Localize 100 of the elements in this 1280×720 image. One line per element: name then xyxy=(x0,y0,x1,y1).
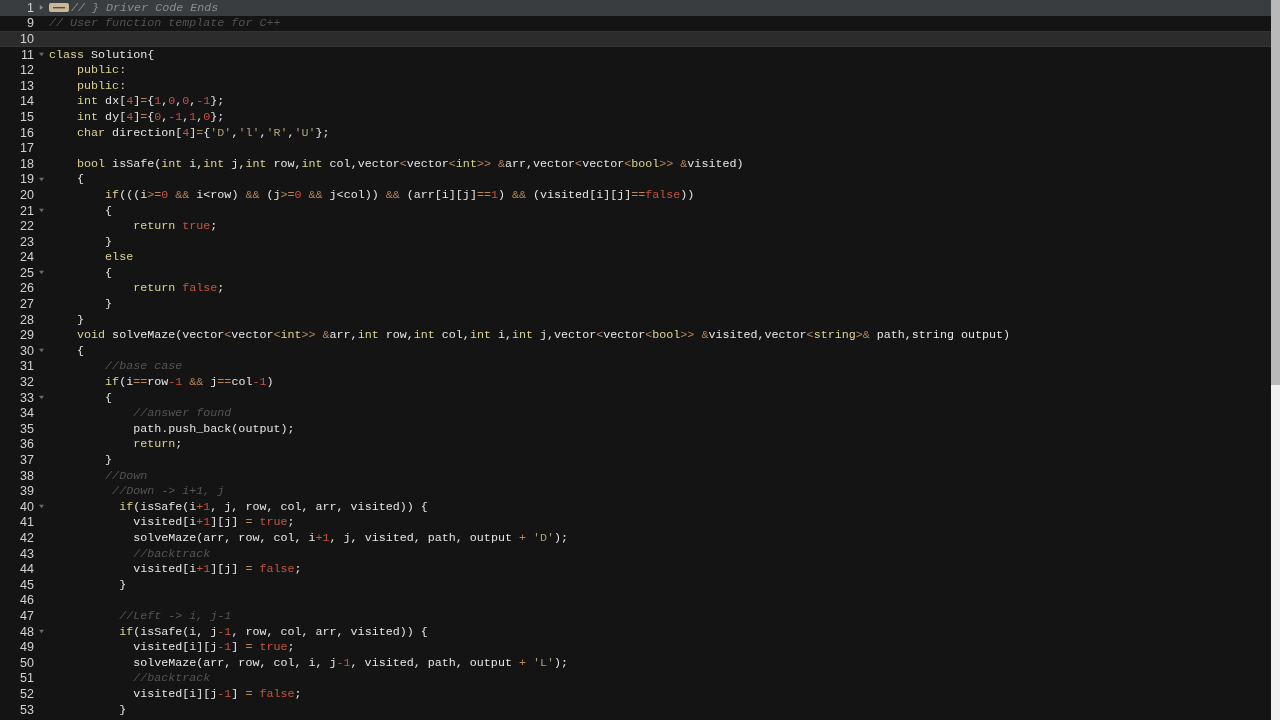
code-line: } xyxy=(104,297,113,312)
code-line: class Solution{ xyxy=(49,47,155,62)
line-number: 24 xyxy=(19,250,34,265)
line-number: 22 xyxy=(19,219,34,234)
fold-arrow-icon[interactable] xyxy=(39,395,44,401)
line-number: 44 xyxy=(19,562,34,577)
fold-arrow-icon[interactable] xyxy=(39,52,44,58)
line-number: 10 xyxy=(19,32,34,46)
line-number: 14 xyxy=(19,94,34,109)
line-number: 29 xyxy=(19,328,34,343)
code-line: return; xyxy=(132,437,183,452)
scrollbar[interactable] xyxy=(1271,0,1280,720)
fold-arrow-icon[interactable] xyxy=(39,208,44,213)
fold-arrow-icon[interactable] xyxy=(39,270,44,276)
code-line: //backtrack xyxy=(132,671,211,686)
line-number: 52 xyxy=(19,686,34,701)
line-number: 26 xyxy=(19,281,34,296)
line-number: 33 xyxy=(19,390,34,405)
line-number: 19 xyxy=(19,172,34,187)
line-number: 35 xyxy=(19,421,34,436)
line-number: 45 xyxy=(19,577,34,592)
code-line: } xyxy=(104,453,113,467)
line-number: 27 xyxy=(19,297,34,312)
scrollbar-thumb[interactable] xyxy=(1271,0,1280,385)
code-line: int dx[4]={1,0,0,-1}; xyxy=(76,94,225,109)
code-line: visited[i][j-1] = true; xyxy=(132,640,295,655)
line-number: 20 xyxy=(19,187,34,202)
line-number: 39 xyxy=(19,484,34,499)
code-line: { xyxy=(76,172,85,187)
line-number: 18 xyxy=(19,156,34,171)
line-number: 23 xyxy=(19,234,34,249)
code-line: else xyxy=(104,250,134,265)
fold-arrow-icon[interactable] xyxy=(39,5,44,11)
line-number: 37 xyxy=(19,453,34,467)
line-number: 53 xyxy=(19,702,34,717)
code-line: { xyxy=(76,343,85,358)
line-number: 41 xyxy=(19,515,34,530)
line-number: 31 xyxy=(19,359,34,374)
line-number: 46 xyxy=(19,593,34,608)
line-number: 9 xyxy=(26,16,34,31)
line-number: 11 xyxy=(20,47,34,62)
code-line: // } Driver Code Ends xyxy=(71,0,219,15)
code-line: return false; xyxy=(132,281,225,296)
code-line: } xyxy=(118,577,127,592)
code-line: char direction[4]={'D','l','R','U'}; xyxy=(76,125,330,140)
code-line: path.push_back(output); xyxy=(132,421,295,436)
code-line: //Down -> i+1, j xyxy=(111,484,225,499)
code-line: { xyxy=(104,203,113,218)
code-line: { xyxy=(104,265,113,280)
line-number: 25 xyxy=(19,265,34,280)
fold-arrow-icon[interactable] xyxy=(39,629,44,635)
code-line: public: xyxy=(76,63,127,78)
code-line: } xyxy=(104,234,113,249)
code-line: solveMaze(arr, row, col, i, j-1, visited, path, output + 'L'); xyxy=(132,655,569,670)
code-line: { xyxy=(104,390,113,405)
line-number: 40 xyxy=(19,499,34,514)
code-line: // User function template for C++ xyxy=(49,16,281,31)
code-line: void solveMaze(vector<vector<int>> &arr,int row,int col,int i,int j,vector<vector<bool>> &visited,vector<string>& path,string output) xyxy=(76,328,1011,343)
line-number: 36 xyxy=(19,437,34,452)
line-number: 12 xyxy=(19,63,34,78)
code-line: if(isSafe(i+1, j, row, col, arr, visited)) { xyxy=(118,499,428,514)
line-number: 43 xyxy=(19,546,34,561)
code-line: return true; xyxy=(132,219,218,234)
line-number: 42 xyxy=(19,531,34,545)
line-number: 34 xyxy=(19,406,34,421)
line-number: 47 xyxy=(19,608,34,623)
code-line: public: xyxy=(76,78,127,93)
line-number: 48 xyxy=(19,624,34,639)
code-line: if(((i>=0 && i<row) && (j>=0 && j<col)) && (arr[i][j]==1) && (visited[i][j]==false)) xyxy=(104,187,695,202)
code-line: visited[i][j-1] = false; xyxy=(132,686,302,701)
line-number: 16 xyxy=(19,125,34,140)
code-line: visited[i+1][j] = false; xyxy=(132,562,302,577)
code-line: //base case xyxy=(104,359,183,374)
line-number: 21 xyxy=(19,203,34,218)
line-number: 1 xyxy=(26,0,34,15)
code-line: visited[i+1][j] = true; xyxy=(132,515,295,530)
folded-code-icon[interactable] xyxy=(49,3,69,13)
line-number: 17 xyxy=(19,141,34,156)
line-number: 50 xyxy=(19,655,34,670)
line-number: 49 xyxy=(19,640,34,655)
code-line: //backtrack xyxy=(132,546,211,561)
code-line: solveMaze(arr, row, col, i+1, j, visited, path, output + 'D'); xyxy=(132,531,569,545)
fold-arrow-icon[interactable] xyxy=(39,348,44,354)
code-line: } xyxy=(118,702,127,717)
line-number: 38 xyxy=(19,468,34,483)
line-number: 15 xyxy=(19,109,34,124)
code-line: int dy[4]={0,-1,1,0}; xyxy=(76,109,225,124)
code-line: if(isSafe(i, j-1, row, col, arr, visited)) { xyxy=(118,624,428,639)
code-line: if(i==row-1 && j==col-1) xyxy=(104,375,274,390)
line-number: 28 xyxy=(19,312,34,327)
fold-arrow-icon[interactable] xyxy=(39,504,44,510)
line-number: 30 xyxy=(19,343,34,358)
code-line: //answer found xyxy=(132,406,232,421)
code-line: } xyxy=(76,312,85,327)
line-number: 32 xyxy=(19,375,34,390)
line-number: 51 xyxy=(19,671,34,686)
code-line: bool isSafe(int i,int j,int row,int col,vector<vector<int>> &arr,vector<vector<bool>> &visited) xyxy=(76,156,744,171)
code-line: //Left -> i, j-1 xyxy=(118,608,232,623)
fold-arrow-icon[interactable] xyxy=(39,176,44,182)
line-number: 13 xyxy=(19,78,34,93)
